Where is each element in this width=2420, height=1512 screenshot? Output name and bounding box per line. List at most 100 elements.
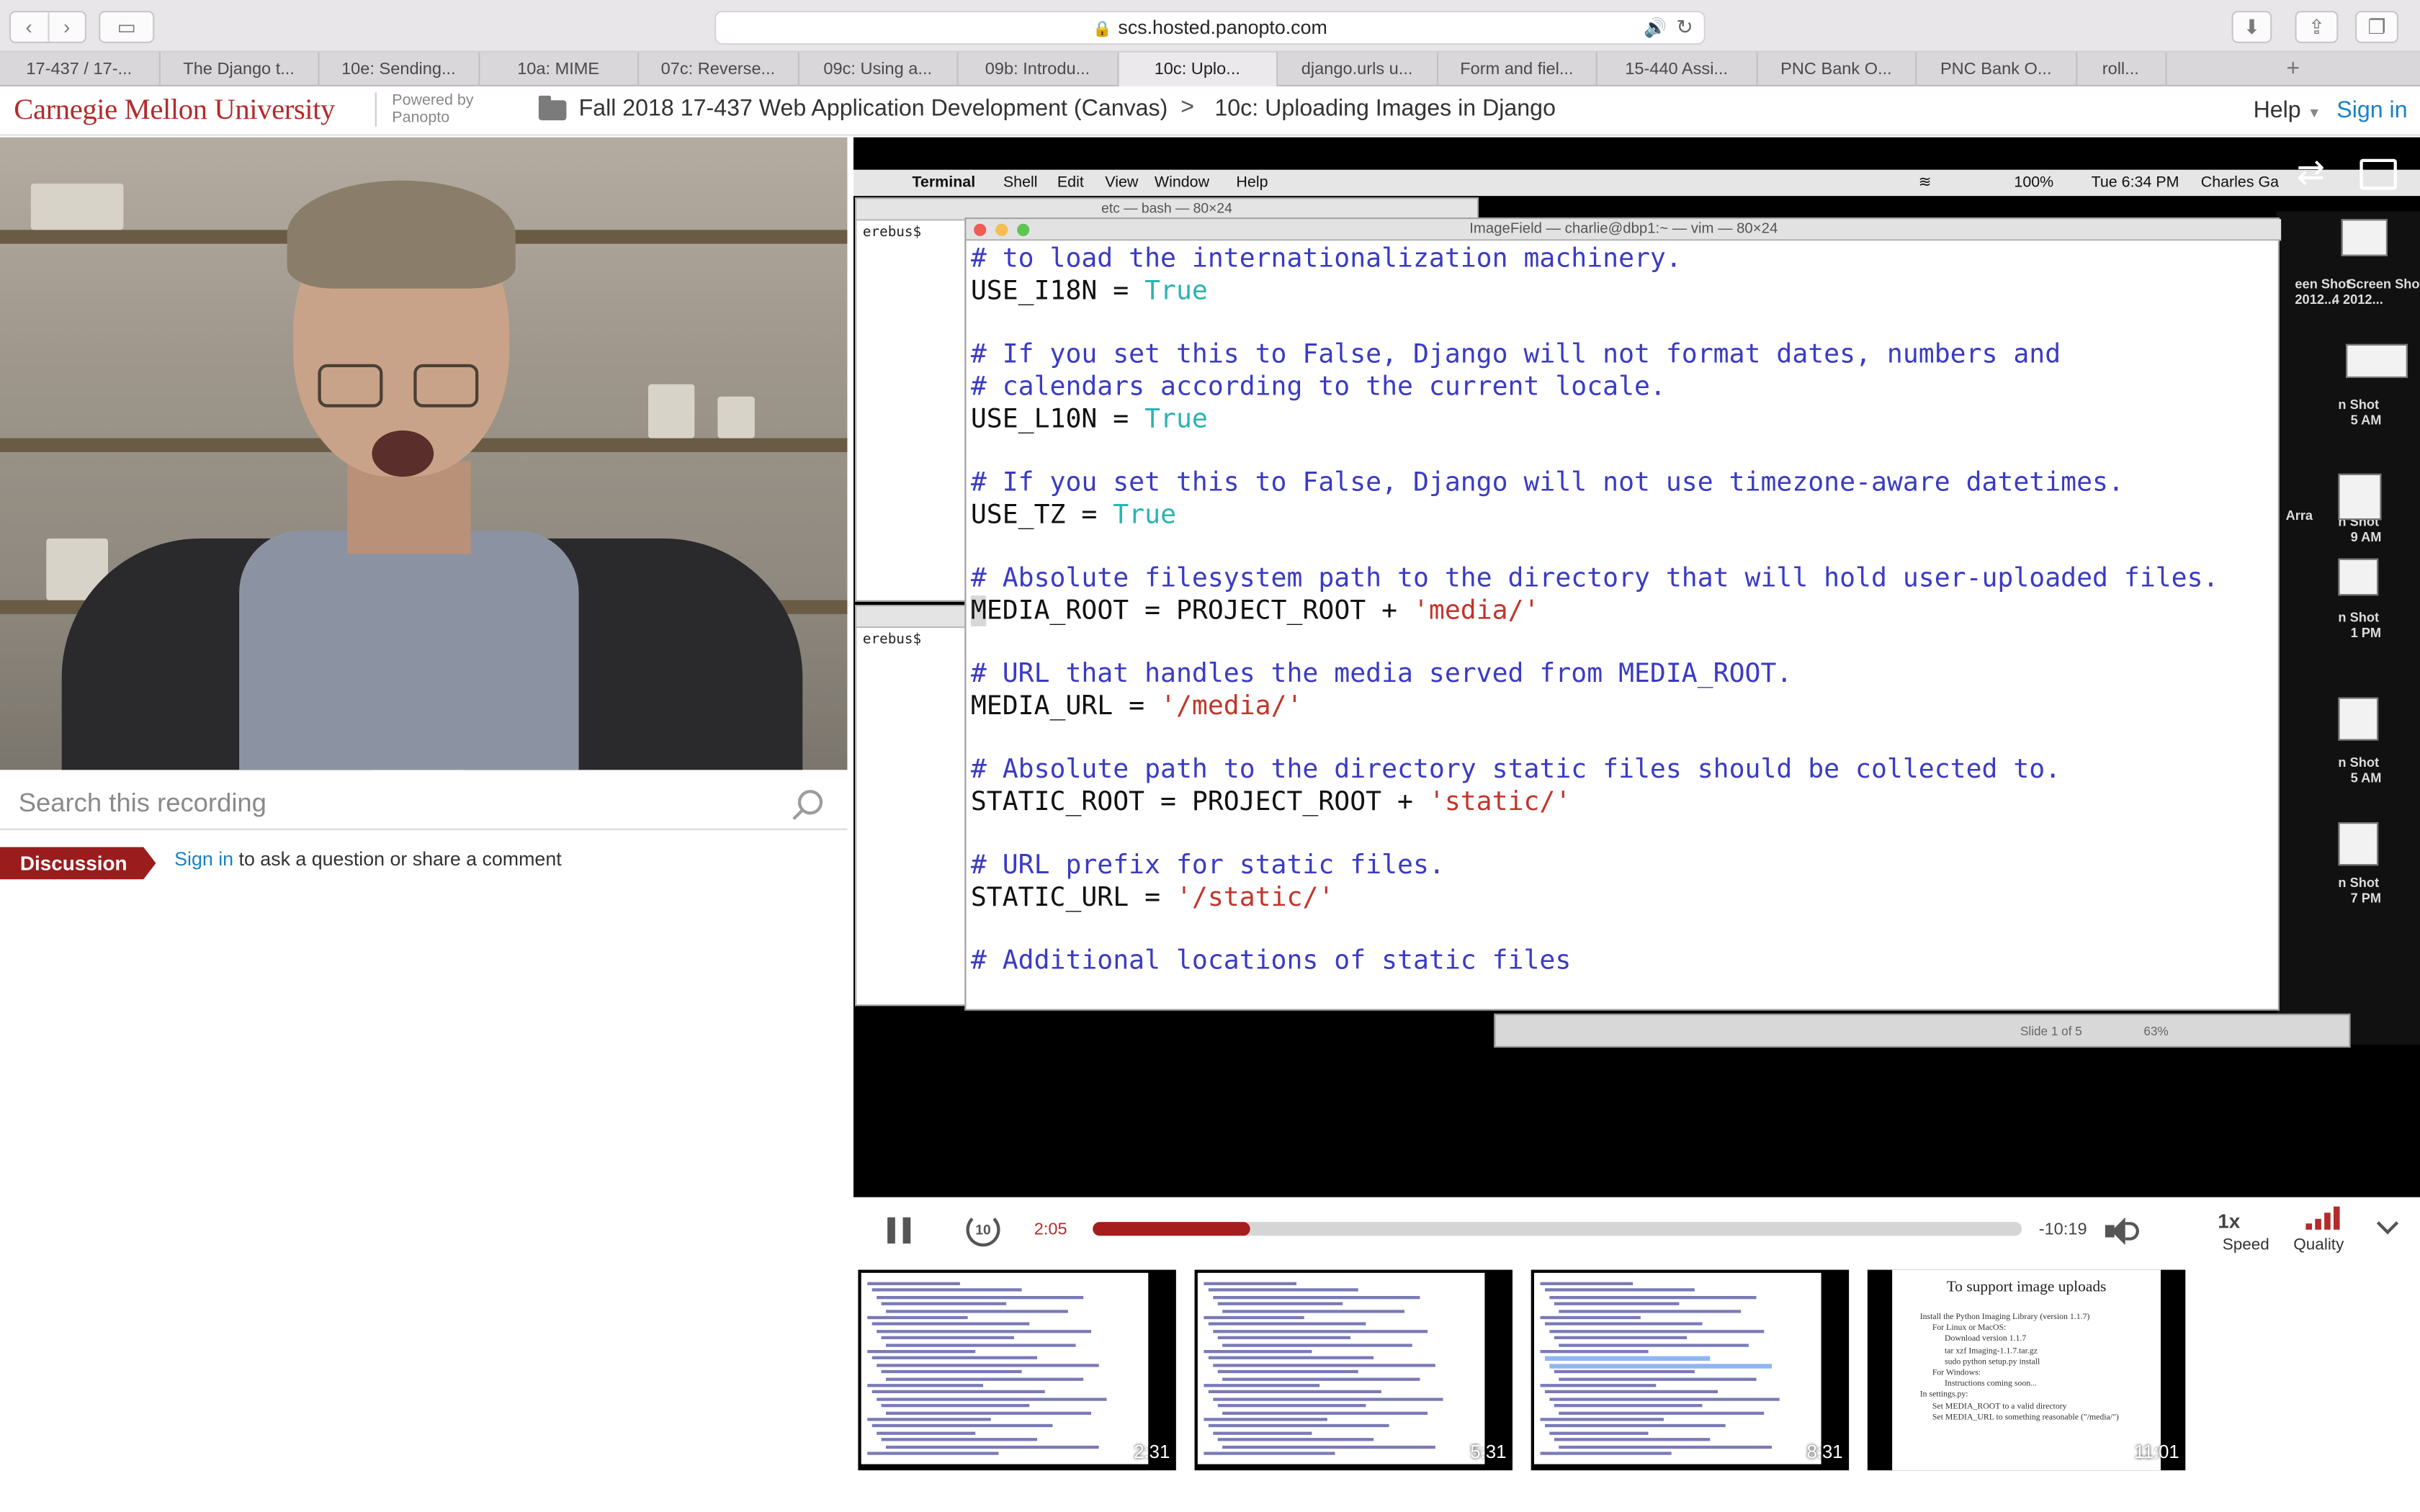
quality-label[interactable]: Quality xyxy=(2293,1236,2344,1254)
code-line-preview xyxy=(1545,1390,1718,1394)
browser-tab[interactable]: PNC Bank O... xyxy=(1917,52,2077,86)
screen-recording-video[interactable]: Terminal Shell Edit View Window Help ≋ 1… xyxy=(853,137,2420,1197)
browser-tab[interactable]: 10c: Uplo... xyxy=(1118,52,1278,86)
code-line-preview xyxy=(1554,1336,1688,1340)
progress-fill xyxy=(1093,1222,1251,1236)
panopto-line: Panopto xyxy=(392,109,450,127)
volume-icon[interactable] xyxy=(2105,1217,2139,1246)
sign-in-link[interactable]: Sign in xyxy=(2336,97,2407,123)
browser-tab[interactable]: 17-437 / 17-... xyxy=(0,52,160,86)
discussion-sign-in-link[interactable]: Sign in xyxy=(174,849,233,870)
code-line-preview xyxy=(1208,1424,1389,1428)
downloads-icon[interactable]: ⬇ xyxy=(2231,11,2272,43)
menubar-item: Window xyxy=(1154,174,1210,192)
code-line: # Absolute filesystem path to the direct… xyxy=(971,563,2219,595)
browser-tab[interactable]: 07c: Reverse... xyxy=(639,52,799,86)
chapter-thumbnail[interactable]: 8:31 xyxy=(1531,1269,1850,1471)
slide-bullet: For Windows: xyxy=(1932,1368,1981,1378)
audio-playing-icon[interactable]: 🔊 xyxy=(1644,12,1667,43)
quality-bar xyxy=(2324,1212,2331,1230)
code-line-preview xyxy=(1549,1397,1780,1401)
webcam-video[interactable] xyxy=(0,137,848,770)
remaining-time: -10:19 xyxy=(2038,1220,2087,1239)
code-line-preview xyxy=(1204,1315,1304,1320)
code-comment: # Additional locations of static files xyxy=(970,946,1572,978)
fullscreen-icon[interactable] xyxy=(2360,158,2397,190)
help-menu[interactable]: Help ▼ xyxy=(2254,97,2321,123)
chapter-thumbnail[interactable]: To support image uploads Install the Pyth… xyxy=(1867,1269,2186,1471)
code-line: USE_I18N = True xyxy=(971,276,2219,307)
chevron-down-icon[interactable] xyxy=(2376,1212,2399,1235)
browser-tab[interactable]: 15-440 Assi... xyxy=(1597,52,1757,86)
search-input[interactable]: Search this recording xyxy=(19,788,266,819)
speed-value[interactable]: 1x xyxy=(2218,1210,2240,1233)
code-line-preview xyxy=(1559,1410,1765,1415)
thumbnail-timestamp: 8:31 xyxy=(1806,1441,1843,1463)
progress-bar[interactable] xyxy=(1093,1222,2022,1236)
code-statement: EDIA_ROOT = PROJECT_ROOT + xyxy=(986,595,1413,626)
browser-tab[interactable]: django.urls u... xyxy=(1278,52,1438,86)
browser-tab[interactable]: 10a: MIME xyxy=(479,52,640,86)
browser-tab[interactable]: roll... xyxy=(2076,52,2166,86)
quality-bar xyxy=(2305,1223,2312,1230)
mac-menubar: Terminal Shell Edit View Window Help ≋ 1… xyxy=(853,169,2420,197)
hair xyxy=(287,180,516,289)
reload-icon[interactable]: ↻ xyxy=(1676,12,1693,43)
search-bar[interactable]: Search this recording xyxy=(0,778,848,830)
terminal-window: erebus$ xyxy=(855,605,971,1007)
desktop-file-label: 4 2012... xyxy=(2331,292,2383,307)
code-line-preview xyxy=(1540,1452,1672,1455)
clock-text: Tue 6:34 PM xyxy=(2091,174,2179,192)
new-tab-icon[interactable]: + xyxy=(2166,53,2420,85)
forward-icon[interactable]: › xyxy=(49,12,85,42)
browser-tab[interactable]: The Django t... xyxy=(160,52,320,86)
code-line: USE_TZ = True xyxy=(971,499,2219,531)
discussion-tab[interactable]: Discussion xyxy=(0,847,156,880)
glasses xyxy=(318,364,383,408)
minimize-icon xyxy=(995,223,1008,236)
browser-tab[interactable]: Form and fiel... xyxy=(1438,52,1597,86)
rewind-10-icon[interactable]: 10 xyxy=(966,1212,1000,1247)
browser-tab[interactable]: 09b: Introdu... xyxy=(959,52,1119,86)
desktop-file-label: n Shot xyxy=(2338,609,2380,625)
desktop-file-label: Screen Shot xyxy=(2347,276,2420,292)
speed-label[interactable]: Speed xyxy=(2223,1236,2269,1254)
code-line: # If you set this to False, Django will … xyxy=(971,340,2219,372)
sidebar-toggle-icon[interactable]: ▭ xyxy=(99,11,155,43)
exit-fullscreen-icon[interactable]: ⇄ xyxy=(2297,155,2334,190)
quality-icon[interactable] xyxy=(2305,1206,2340,1230)
pause-icon[interactable] xyxy=(887,1217,912,1244)
code-line-preview xyxy=(1217,1302,1343,1306)
share-icon[interactable]: ⇪ xyxy=(2295,11,2339,43)
browser-tab[interactable]: 10e: Sending... xyxy=(320,52,480,86)
glasses xyxy=(413,364,479,408)
back-icon[interactable]: ‹ xyxy=(11,12,49,42)
chapter-thumbnail[interactable]: 5:31 xyxy=(1194,1269,1512,1471)
back-forward-group[interactable]: ‹ › xyxy=(9,11,87,43)
code-line-preview xyxy=(867,1384,983,1387)
breadcrumb-folder[interactable]: Fall 2018 17-437 Web Application Develop… xyxy=(579,96,1168,122)
tabs-overview-icon[interactable]: ❐ xyxy=(2355,11,2398,43)
browser-tab[interactable]: 09c: Using a... xyxy=(799,52,959,86)
code-line-preview xyxy=(1222,1343,1412,1346)
chapter-thumbnail[interactable]: 2:31 xyxy=(858,1269,1176,1471)
keynote-slide-count: Slide 1 of 5 xyxy=(2020,1024,2082,1039)
desktop-file-label: n Shot xyxy=(2338,396,2380,413)
code-line: ​ xyxy=(971,436,2219,467)
code-comment: # URL prefix for static files. xyxy=(970,850,1445,882)
code-line-preview xyxy=(1204,1418,1327,1421)
breadcrumb-session: 10c: Uploading Images in Django xyxy=(1214,95,1556,122)
search-icon[interactable] xyxy=(797,790,823,815)
desktop-file-icon xyxy=(2338,558,2379,596)
university-logo[interactable]: Carnegie Mellon University xyxy=(14,94,335,128)
browser-tab[interactable]: PNC Bank O... xyxy=(1757,52,1917,86)
code-line-preview xyxy=(1540,1418,1664,1421)
code-line-preview xyxy=(1222,1410,1428,1415)
code-line-preview xyxy=(871,1323,1030,1326)
battery-text: 100% xyxy=(2014,174,2054,192)
pause-bar xyxy=(902,1217,911,1244)
code-line-preview xyxy=(1208,1289,1358,1292)
terminal-prompt: erebus$ xyxy=(862,632,922,648)
powered-by-panopto: Powered by Panopto xyxy=(375,92,473,127)
address-bar[interactable]: 🔒 scs.hosted.panopto.com 🔊 ↻ xyxy=(714,11,1706,45)
